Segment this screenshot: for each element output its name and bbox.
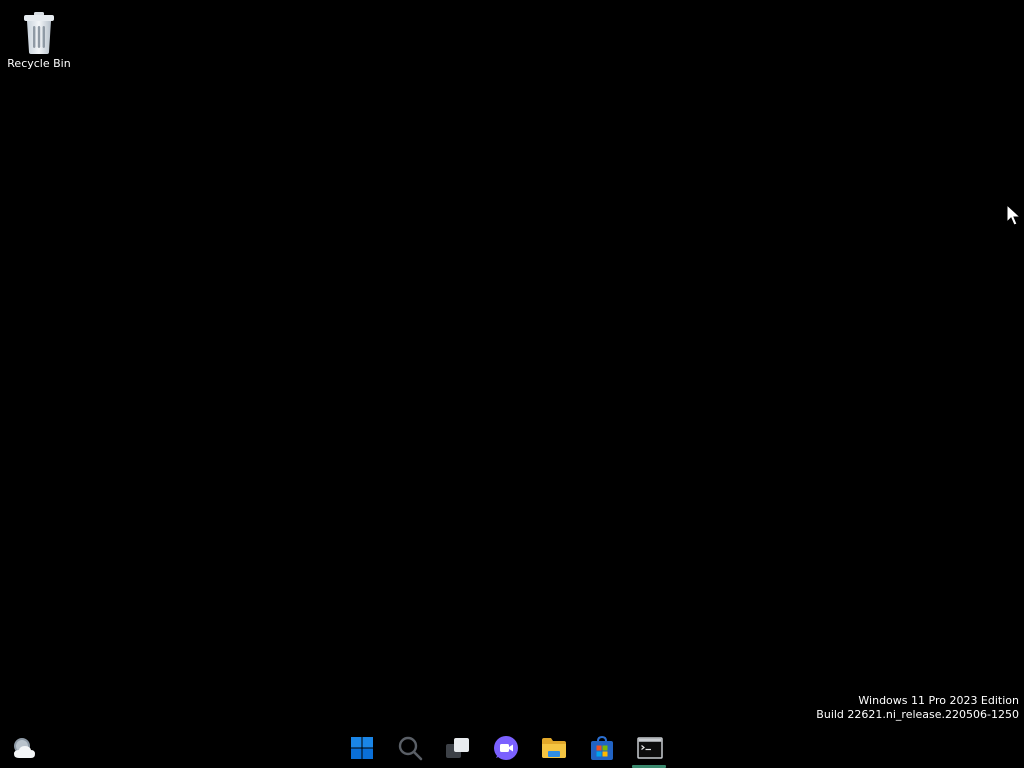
teams-chat-icon — [494, 736, 518, 760]
weather-icon — [14, 738, 35, 758]
task-view-icon — [446, 738, 469, 758]
mouse-cursor-icon — [1006, 204, 1022, 226]
microsoft-store-icon — [591, 735, 613, 760]
recycle-bin-icon — [24, 12, 54, 54]
search-icon — [398, 736, 423, 761]
search-button[interactable] — [386, 728, 434, 768]
task-view-button[interactable] — [434, 728, 482, 768]
weather-widget-button[interactable] — [10, 736, 38, 760]
watermark-build: Build 22621.ni_release.220506-1250 — [816, 708, 1019, 721]
start-button[interactable] — [338, 728, 386, 768]
taskbar — [0, 728, 1024, 768]
file-explorer-button[interactable] — [530, 728, 578, 768]
microsoft-store-button[interactable] — [578, 728, 626, 768]
terminal-button[interactable] — [626, 728, 674, 768]
terminal-icon — [637, 737, 663, 759]
file-explorer-icon — [542, 738, 566, 758]
watermark-edition: Windows 11 Pro 2023 Edition — [858, 694, 1019, 707]
taskbar-pinned-apps — [338, 728, 674, 768]
desktop[interactable]: Recycle Bin Windows 11 Pro 2023 Edition … — [0, 0, 1024, 768]
teams-chat-button[interactable] — [482, 728, 530, 768]
desktop-icon-recycle-bin[interactable]: Recycle Bin — [4, 8, 74, 70]
windows-edition-watermark: Windows 11 Pro 2023 Edition Build 22621.… — [816, 694, 1019, 722]
desktop-icon-label: Recycle Bin — [7, 57, 71, 70]
windows-start-icon — [351, 737, 373, 759]
